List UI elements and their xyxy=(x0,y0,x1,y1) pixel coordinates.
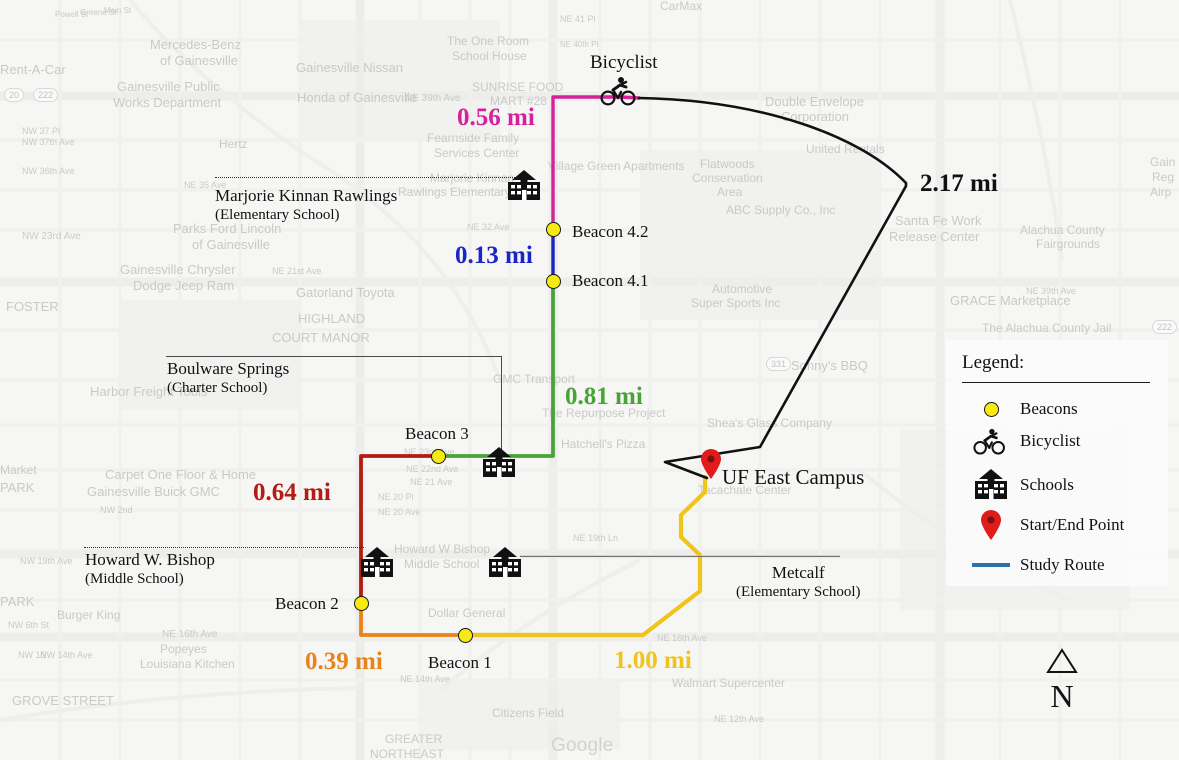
route-path-magenta xyxy=(551,95,641,230)
distance-label-1-00: 1.00 mi xyxy=(614,647,692,674)
leader-rawlings xyxy=(215,177,515,178)
beacon-2-marker[interactable] xyxy=(353,595,369,611)
legend-row-beacons: Beacons xyxy=(946,392,1168,426)
legend-title: Legend: xyxy=(962,352,1025,373)
north-arrow-label: N xyxy=(1050,678,1074,714)
legend-row-start-end: Start/End Point xyxy=(946,508,1168,542)
school-label-bishop-name: Howard W. Bishop xyxy=(85,550,215,569)
legend-row-study-route: Study Route xyxy=(946,548,1168,582)
school-icon-bishop xyxy=(359,547,395,584)
legend-row-bicyclist: Bicyclist xyxy=(946,424,1168,458)
bicyclist-icon xyxy=(968,424,1014,458)
school-label-metcalf-name: Metcalf xyxy=(771,563,825,582)
legend-row-schools: Schools xyxy=(946,468,1168,502)
route-path-orange xyxy=(359,601,467,637)
map-pin-icon xyxy=(968,508,1014,542)
route-path-black xyxy=(637,96,908,480)
bicyclist-label: Bicyclist xyxy=(590,52,658,73)
study-route-map: CarMax NE 41 Pl Powell St Greene St Main St N… xyxy=(0,0,1179,760)
beacon-4-1-label: Beacon 4.1 xyxy=(572,271,649,290)
leader-bishop xyxy=(84,547,364,548)
distance-label-0-64: 0.64 mi xyxy=(253,479,331,506)
school-label-rawlings-type: (Elementary School) xyxy=(215,207,340,223)
distance-label-0-81: 0.81 mi xyxy=(565,383,643,410)
uf-east-campus-label: UF East Campus xyxy=(722,465,865,489)
beacon-2-label: Beacon 2 xyxy=(275,594,339,613)
school-label-boulware-name: Boulware Springs xyxy=(167,359,290,378)
school-icon xyxy=(968,468,1014,502)
route-line-icon xyxy=(968,548,1014,582)
school-icon-metcalf xyxy=(487,547,523,584)
legend-panel: Legend: Beacons Bicyclist Schools Start/… xyxy=(946,340,1168,586)
beacon-4-2-marker[interactable] xyxy=(545,221,561,237)
school-label-boulware: Boulware Springs (Charter School) xyxy=(167,359,289,398)
beacon-3-marker[interactable] xyxy=(430,448,446,464)
legend-label-schools: Schools xyxy=(1020,475,1074,494)
school-icon-rawlings xyxy=(506,170,542,207)
beacon-3-label: Beacon 3 xyxy=(405,424,469,443)
school-label-boulware-type: (Charter School) xyxy=(167,380,268,396)
google-attribution: Google xyxy=(551,735,614,756)
legend-label-beacons: Beacons xyxy=(1020,399,1078,418)
legend-label-bicyclist: Bicyclist xyxy=(1020,431,1081,450)
school-label-metcalf-type: (Elementary School) xyxy=(736,584,861,600)
bicyclist-icon xyxy=(600,76,640,111)
north-arrow-triangle-icon xyxy=(1046,648,1078,673)
leader-metcalf xyxy=(520,556,840,557)
legend-divider xyxy=(962,382,1150,383)
map-pin-icon-uf-east-campus[interactable] xyxy=(699,448,723,485)
beacon-1-marker[interactable] xyxy=(457,627,473,643)
beacon-4-1-marker[interactable] xyxy=(545,273,561,289)
beacon-1-label: Beacon 1 xyxy=(428,653,492,672)
beacon-4-2-label: Beacon 4.2 xyxy=(572,222,649,241)
legend-label-study-route: Study Route xyxy=(1020,555,1105,574)
legend-label-start-end: Start/End Point xyxy=(1020,515,1125,534)
school-label-metcalf: Metcalf (Elementary School) xyxy=(736,563,861,602)
distance-label-0-39: 0.39 mi xyxy=(305,648,383,675)
school-label-rawlings: Marjorie Kinnan Rawlings (Elementary Sch… xyxy=(215,186,397,225)
school-label-bishop-type: (Middle School) xyxy=(85,571,184,587)
distance-label-0-13: 0.13 mi xyxy=(455,242,533,269)
distance-label-0-56: 0.56 mi xyxy=(457,104,535,131)
school-label-bishop: Howard W. Bishop (Middle School) xyxy=(85,550,215,589)
distance-label-2-17: 2.17 mi xyxy=(920,170,998,197)
beacon-icon xyxy=(968,392,1014,426)
school-label-rawlings-name: Marjorie Kinnan Rawlings xyxy=(215,186,398,205)
school-icon-boulware xyxy=(481,447,517,484)
north-arrow: N xyxy=(1036,648,1088,714)
